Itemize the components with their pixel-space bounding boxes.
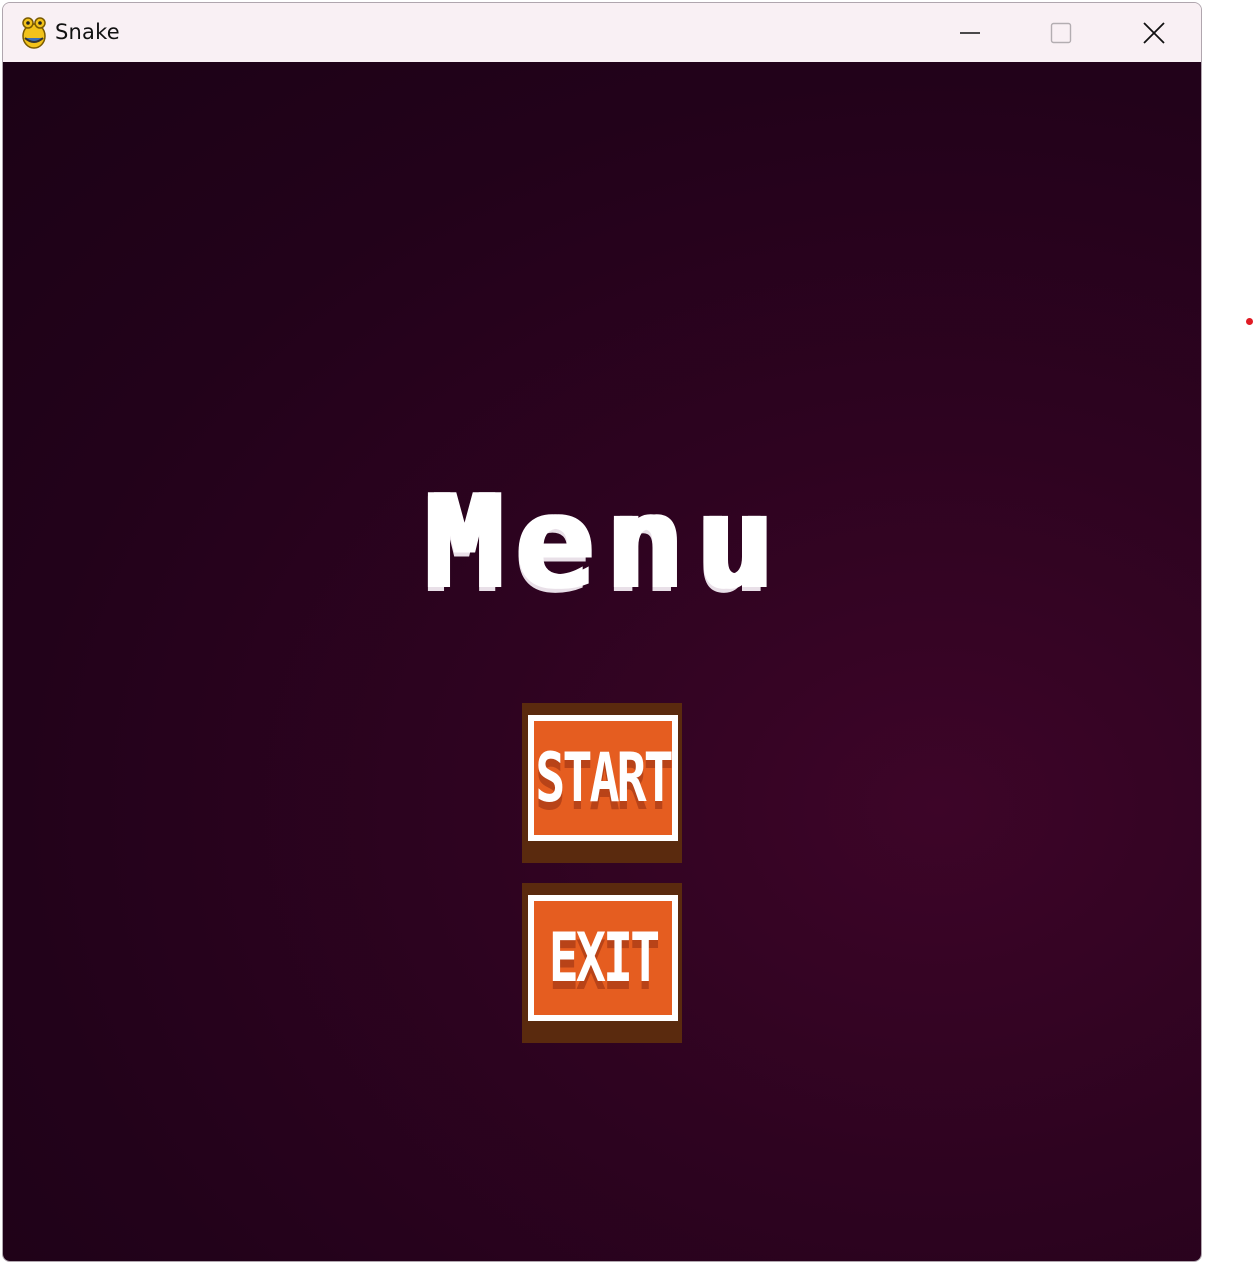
close-button[interactable] xyxy=(1109,3,1199,62)
start-button-face: START xyxy=(534,721,674,835)
exit-button-frame: EXIT xyxy=(528,895,678,1021)
app-window: Snake Menu START EXIT xyxy=(2,2,1202,1262)
maximize-icon xyxy=(1050,22,1072,43)
minimize-button[interactable] xyxy=(925,3,1015,62)
start-button-frame: START xyxy=(528,715,678,841)
menu-title: Menu xyxy=(422,466,784,618)
exit-button-label: EXIT xyxy=(548,918,660,998)
minimize-icon xyxy=(960,31,980,34)
start-button[interactable]: START xyxy=(522,703,682,863)
game-canvas[interactable]: Menu START EXIT xyxy=(3,62,1201,1261)
title-bar[interactable]: Snake xyxy=(3,3,1201,62)
exit-button-face: EXIT xyxy=(534,901,672,1015)
close-icon xyxy=(1143,21,1165,44)
exit-button[interactable]: EXIT xyxy=(522,883,682,1043)
maximize-button[interactable] xyxy=(1016,3,1106,62)
window-title: Snake xyxy=(55,20,120,44)
cursor-dot xyxy=(1246,318,1253,325)
start-button-label: START xyxy=(535,738,674,818)
python-snake-icon xyxy=(22,17,46,49)
